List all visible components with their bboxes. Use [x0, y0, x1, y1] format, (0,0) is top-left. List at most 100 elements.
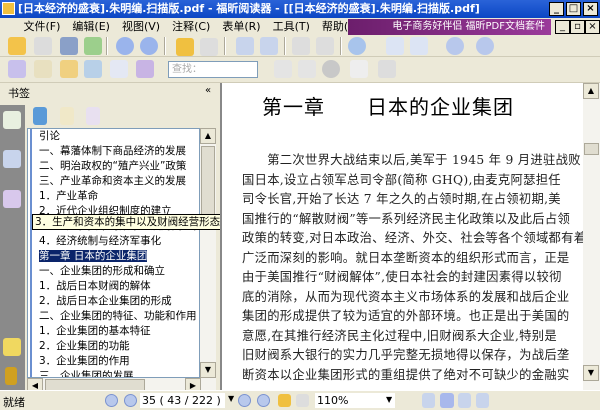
search-options-icon[interactable] [322, 60, 340, 78]
comments-tab-icon[interactable] [3, 338, 21, 356]
menu-view[interactable]: 视图(V) [116, 18, 166, 36]
document-vertical-scrollbar[interactable]: ▲ ▼ [583, 83, 600, 390]
doc-restore-button[interactable]: ▫ [570, 20, 585, 34]
text-line: 国推行的“解散财阀”等一系列经济民主化政策以及此后占领 [242, 211, 571, 226]
back-icon[interactable] [176, 38, 194, 56]
find-icon[interactable] [84, 60, 102, 78]
menu-tools[interactable]: 工具(T) [267, 18, 316, 36]
app-icon [2, 2, 15, 15]
bookmark-item[interactable]: 1．企业集团的基本特征 [30, 324, 199, 339]
first-page-icon[interactable] [105, 394, 118, 407]
find-previous-icon[interactable] [274, 60, 292, 78]
scroll-down-button[interactable]: ▼ [200, 362, 216, 378]
bookmark-item[interactable]: 3．企业集团的作用 [30, 354, 199, 369]
title-bar: [日本经济的盛衰].朱明编.扫描版.pdf - 福昕阅读器 - [[日本经济的盛… [0, 0, 600, 18]
select-tool-icon[interactable] [60, 60, 78, 78]
scroll-up-button[interactable]: ▲ [200, 128, 216, 144]
text-line: 广泛而深刻的影响。就日本垄断资本的组织形式而言，正是 [242, 250, 570, 265]
continuous-icon[interactable] [440, 393, 454, 408]
attachments-tab-icon[interactable] [5, 367, 17, 385]
pages-tab-icon[interactable] [3, 150, 21, 168]
maximize-button[interactable]: □ [566, 2, 581, 16]
text-line: 由于美国推行“财阀解体”,使日本社会的封建因素得以较彻 [242, 270, 562, 284]
scroll-down-button[interactable]: ▼ [583, 365, 599, 381]
bookmark-item[interactable]: 2．战后日本企业集团的形成 [30, 294, 199, 309]
email-icon[interactable] [84, 37, 102, 55]
doc-close-button[interactable]: × [585, 20, 600, 34]
tools-toolbar: 查找： [0, 57, 600, 83]
text-select-icon[interactable] [110, 60, 128, 78]
forward-icon[interactable] [200, 38, 218, 56]
menu-edit[interactable]: 编辑(E) [66, 18, 116, 36]
menu-form[interactable]: 表单(R) [216, 18, 266, 36]
bookmark-item[interactable]: 一、企业集团的形成和确立 [30, 264, 199, 279]
next-page-icon[interactable] [140, 37, 158, 55]
bookmark-item[interactable]: 二、企业集团的特征、功能和作用 [30, 309, 199, 324]
single-page-icon[interactable] [422, 393, 435, 408]
page-dropdown-icon[interactable]: ▼ [228, 394, 234, 403]
menu-comment[interactable]: 注释(C) [166, 18, 216, 36]
back-icon[interactable] [278, 394, 291, 407]
layers-tab-icon[interactable] [3, 190, 21, 208]
text-line: 底的消除，从而为现代资本主义市场体系的发展和战后企业 [242, 289, 570, 304]
bookmark-label: 1．企业集团的基本特征 [39, 325, 151, 337]
doc-minimize-button[interactable]: _ [555, 20, 570, 34]
bookmark-panel: 书签 « 引论 一、幕藩体制下商品经济的发展 二、明治政权的“殖产兴业”政策 三、产业… [0, 83, 218, 394]
bookmark-item[interactable]: 三、企业集团的发展 [30, 369, 199, 377]
zoom-select[interactable]: 110% [315, 393, 395, 408]
reading-mode-icon[interactable] [34, 60, 52, 78]
delete-bookmark-icon[interactable] [33, 107, 47, 125]
bookmark-label: 1．战后日本财阀的解体 [39, 280, 151, 292]
scroll-up-button[interactable]: ▲ [583, 83, 599, 99]
zoom-in-tool-icon[interactable] [348, 37, 366, 55]
bookmark-label: 三、产业革命和资本主义的发展 [39, 175, 186, 187]
search-input[interactable]: 查找： [168, 61, 258, 78]
facing-icon[interactable] [458, 393, 471, 408]
bookmark-item[interactable]: 2．企业集团的功能 [30, 339, 199, 354]
undo-icon[interactable] [292, 37, 310, 55]
previous-page-icon[interactable] [124, 394, 137, 407]
bookmark-item[interactable]: 引论 [30, 129, 199, 144]
print-icon[interactable] [60, 37, 78, 55]
find-next-icon[interactable] [298, 60, 316, 78]
collapse-panel-button[interactable]: « [205, 85, 211, 96]
save-icon[interactable] [34, 37, 52, 55]
previous-page-icon[interactable] [116, 37, 134, 55]
bookmark-vertical-scrollbar[interactable]: ▲ ▼ [200, 128, 216, 378]
next-page-icon[interactable] [238, 394, 251, 407]
menu-file[interactable]: 文件(F) [18, 18, 67, 36]
bookmark-item[interactable]: 第一章 日本的企业集团 [30, 249, 199, 264]
bookmark-item[interactable]: 1．战后日本财阀的解体 [30, 279, 199, 294]
highlight-tool-icon[interactable] [378, 60, 396, 78]
redo-icon[interactable] [316, 37, 334, 55]
bookmark-item[interactable]: 4．经济统制与经济军事化 [30, 234, 199, 249]
last-page-icon[interactable] [257, 394, 270, 407]
zoom-dropdown-icon[interactable]: ▼ [386, 395, 392, 404]
bookmark-item[interactable]: 1．产业革命 [30, 189, 199, 204]
snapshot-icon[interactable] [136, 60, 154, 78]
close-button[interactable]: × [583, 2, 598, 16]
extract-pages-icon[interactable] [236, 37, 254, 55]
open-icon[interactable] [8, 37, 26, 55]
zoom-out-icon[interactable] [446, 37, 464, 55]
bookmark-item[interactable]: 三、产业革命和资本主义的发展 [30, 174, 199, 189]
bookmark-item[interactable]: 一、幕藩体制下商品经济的发展 [30, 144, 199, 159]
text-line: 集团的形成提供了较为适宜的外部环境。也正是出于美国的 [242, 309, 570, 323]
forward-icon[interactable] [296, 394, 309, 407]
page-number-input[interactable]: 35 ( 43 / 222 ) [140, 393, 225, 408]
add-bookmark-icon[interactable] [60, 107, 74, 125]
note-tool-icon[interactable] [350, 60, 368, 78]
minimize-button[interactable]: _ [549, 2, 564, 16]
scroll-thumb[interactable] [584, 143, 599, 155]
hand-tool-icon[interactable] [8, 60, 26, 78]
move-bookmark-icon[interactable] [86, 107, 100, 125]
continuous-facing-icon[interactable] [476, 393, 489, 408]
fit-page-icon[interactable] [386, 37, 404, 55]
fit-width-icon[interactable] [410, 37, 428, 55]
text-line: 司令长官,开始了长达 7 年之久的占领时期,在占领初期,美 [242, 192, 561, 206]
bookmarks-tab-icon[interactable] [3, 111, 21, 129]
zoom-in-icon[interactable] [476, 37, 494, 55]
bookmark-item[interactable]: 二、明治政权的“殖产兴业”政策 [30, 159, 199, 174]
ad-banner[interactable]: 电子商务好伴侣 福昕PDF文档套件 [348, 19, 551, 35]
insert-pages-icon[interactable] [260, 37, 278, 55]
